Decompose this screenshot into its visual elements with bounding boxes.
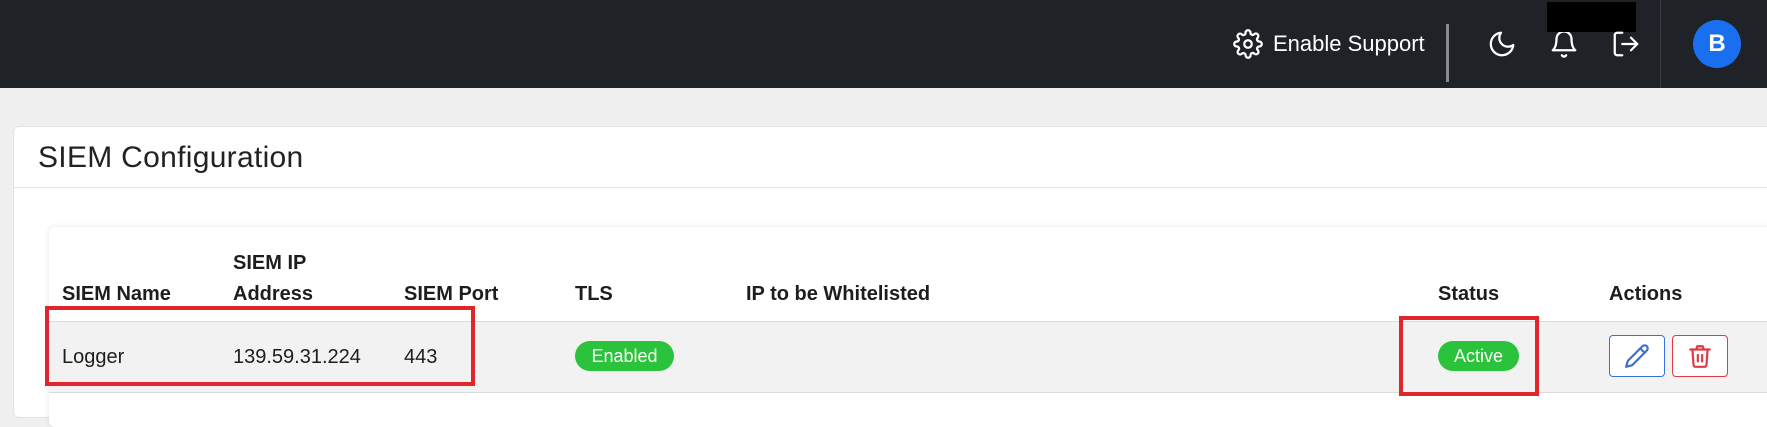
col-header-siem-ip: SIEM IP Address [233, 248, 313, 310]
delete-button[interactable] [1672, 335, 1728, 377]
tls-badge: Enabled [575, 341, 674, 371]
header-divider [1446, 24, 1449, 82]
logout-button[interactable] [1608, 26, 1644, 62]
highlight-box-siem-details [45, 306, 475, 386]
trash-icon [1689, 345, 1711, 368]
header-divider-right [1660, 0, 1661, 88]
col-header-actions: Actions [1609, 283, 1683, 305]
edit-button[interactable] [1609, 335, 1665, 377]
theme-toggle-button[interactable] [1484, 26, 1520, 62]
col-header-siem-ip-line1: SIEM IP [233, 252, 307, 274]
pencil-icon [1625, 344, 1649, 368]
highlight-box-status [1399, 316, 1539, 396]
page-title: SIEM Configuration [38, 141, 304, 174]
enable-support-button[interactable]: Enable Support [1233, 26, 1425, 62]
bell-icon [1551, 30, 1577, 58]
card-divider [14, 187, 1767, 188]
col-header-status: Status [1438, 283, 1500, 305]
col-header-ip-whitelist: IP to be Whitelisted [746, 283, 931, 305]
gear-icon [1233, 29, 1263, 59]
col-header-tls: TLS [575, 283, 613, 305]
top-navbar: Enable Support B [0, 0, 1767, 88]
user-avatar[interactable]: B [1693, 20, 1741, 68]
logout-icon [1613, 31, 1639, 57]
moon-icon [1489, 31, 1515, 57]
enable-support-label: Enable Support [1273, 31, 1425, 56]
